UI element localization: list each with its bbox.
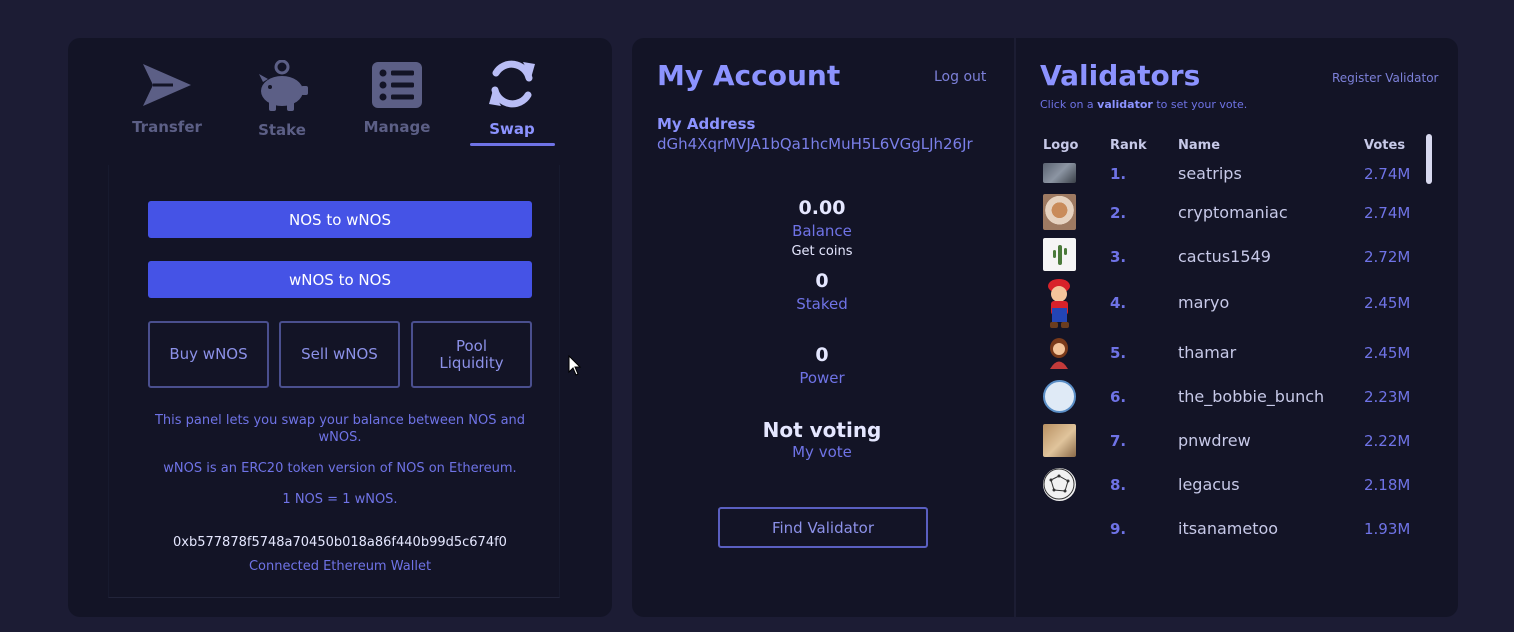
validator-row[interactable]: 9. itsanametoo 1.93M <box>1040 512 1430 556</box>
vote-label: My vote <box>792 443 852 461</box>
validator-rank: 9. <box>1110 520 1127 538</box>
validator-name: itsanametoo <box>1178 519 1279 538</box>
validator-rank: 3. <box>1110 248 1127 266</box>
ethereum-wallet-label: Connected Ethereum Wallet <box>248 559 432 574</box>
validators-subtitle: Click on a validator to set your vote. <box>1040 98 1247 111</box>
validator-rank: 4. <box>1110 294 1127 312</box>
cactus-icon <box>1043 238 1076 271</box>
register-validator-link[interactable]: Register Validator <box>1332 71 1438 85</box>
validator-votes: 2.74M <box>1364 204 1411 222</box>
balance-value: 0.00 <box>798 197 846 219</box>
validator-votes: 2.45M <box>1364 294 1411 312</box>
piggy-bank-icon <box>259 60 308 111</box>
swap-info-text: This panel lets you swap your balance be… <box>154 413 526 445</box>
tab-label: Manage <box>363 118 431 136</box>
vote-status: Not voting <box>762 418 882 442</box>
wnos-info-text: wNOS is an ERC20 token version of NOS on… <box>163 461 517 476</box>
validator-name: thamar <box>1178 343 1237 362</box>
validator-row[interactable]: 7. pnwdrew 2.22M <box>1040 424 1430 468</box>
mario-icon <box>1043 278 1076 330</box>
validator-row[interactable]: 3. cactus1549 2.72M <box>1040 238 1430 282</box>
validator-votes: 2.45M <box>1364 344 1411 362</box>
validator-name: legacus <box>1178 475 1240 494</box>
send-icon <box>143 64 191 106</box>
validator-row[interactable]: 5. thamar 2.45M <box>1040 336 1430 380</box>
panel-divider <box>1014 38 1016 617</box>
validator-name: cryptomaniac <box>1178 203 1288 222</box>
get-coins-link[interactable]: Get coins <box>722 244 922 259</box>
subtitle-text: Click on a <box>1040 98 1098 111</box>
validator-row[interactable]: 2. cryptomaniac 2.74M <box>1040 194 1430 238</box>
ethereum-address: 0xb577878f5748a70450b018a86f440b99d5c674… <box>173 535 507 550</box>
validator-row[interactable]: 6. the_bobbie_bunch 2.23M <box>1040 380 1430 424</box>
sync-icon <box>489 60 535 108</box>
tab-label: Transfer <box>132 118 202 136</box>
tab-label: Swap <box>489 120 535 138</box>
validator-votes: 2.18M <box>1364 476 1411 494</box>
validator-votes: 2.23M <box>1364 388 1411 406</box>
find-validator-button[interactable]: Find Validator <box>718 507 928 548</box>
staked-value: 0 <box>815 270 829 292</box>
validator-votes: 2.74M <box>1364 165 1411 183</box>
network-logo-icon <box>1043 468 1076 501</box>
sell-wnos-button[interactable]: Sell wNOS <box>279 321 400 388</box>
list-icon <box>372 62 422 108</box>
cat-photo-icon <box>1043 194 1076 230</box>
validator-rank: 8. <box>1110 476 1127 494</box>
pool-liquidity-button[interactable]: Pool Liquidity <box>411 321 532 388</box>
power-label: Power <box>799 369 845 387</box>
validator-rank: 7. <box>1110 432 1127 450</box>
power-value: 0 <box>815 344 829 366</box>
subtitle-text: to set your vote. <box>1152 98 1248 111</box>
tan-photo-icon <box>1043 424 1076 457</box>
validator-rank: 6. <box>1110 388 1127 406</box>
validators-title: Validators <box>1040 59 1201 92</box>
logout-link[interactable]: Log out <box>934 69 986 85</box>
account-title: My Account <box>657 59 841 92</box>
validator-name: maryo <box>1178 293 1230 312</box>
tab-swap[interactable]: Swap <box>462 58 562 148</box>
column-header-name: Name <box>1178 138 1221 153</box>
mouse-cursor-icon <box>568 355 582 376</box>
validator-name: the_bobbie_bunch <box>1178 387 1325 406</box>
subtitle-bold: validator <box>1097 98 1153 111</box>
address-label: My Address <box>657 115 756 133</box>
validator-row[interactable]: 8. legacus 2.18M <box>1040 468 1430 512</box>
globe-logo-icon <box>1043 380 1076 413</box>
pool-label-line2: Liquidity <box>439 353 504 372</box>
validator-rank: 1. <box>1110 165 1127 183</box>
tab-transfer[interactable]: Transfer <box>117 58 217 148</box>
woman-avatar-icon <box>1043 336 1076 369</box>
pool-label-line1: Pool <box>455 336 488 355</box>
validator-name: pnwdrew <box>1178 431 1251 450</box>
validator-name: cactus1549 <box>1178 247 1271 266</box>
validator-name: seatrips <box>1178 164 1242 183</box>
swap-panel: Transfer Stake Manage Swap NOS to wNOS w… <box>68 38 612 617</box>
column-header-rank: Rank <box>1110 138 1147 153</box>
validator-votes: 2.72M <box>1364 248 1411 266</box>
column-header-logo: Logo <box>1043 138 1079 153</box>
staked-label: Staked <box>796 295 848 313</box>
nos-to-wnos-button[interactable]: NOS to wNOS <box>148 201 532 238</box>
column-header-votes: Votes <box>1364 138 1406 153</box>
validator-votes: 2.22M <box>1364 432 1411 450</box>
account-validators-panel: My Account Log out My Address dGh4XqrMVJ… <box>632 38 1458 617</box>
rate-info-text: 1 NOS = 1 wNOS. <box>282 492 398 507</box>
wnos-to-nos-button[interactable]: wNOS to NOS <box>148 261 532 298</box>
tab-stake[interactable]: Stake <box>232 58 332 148</box>
validator-row[interactable]: 4. maryo 2.45M <box>1040 278 1430 328</box>
tab-label: Stake <box>258 121 306 139</box>
buy-wnos-button[interactable]: Buy wNOS <box>148 321 269 388</box>
balance-label: Balance <box>792 222 852 240</box>
validator-votes: 1.93M <box>1364 520 1411 538</box>
active-tab-indicator <box>470 143 555 146</box>
tab-manage[interactable]: Manage <box>347 58 447 148</box>
account-address: dGh4XqrMVJA1bQa1hcMuH5L6VGgLJh26Jr <box>657 135 973 153</box>
validator-rank: 5. <box>1110 344 1127 362</box>
landscape-photo-icon <box>1043 163 1076 183</box>
validator-rank: 2. <box>1110 204 1127 222</box>
